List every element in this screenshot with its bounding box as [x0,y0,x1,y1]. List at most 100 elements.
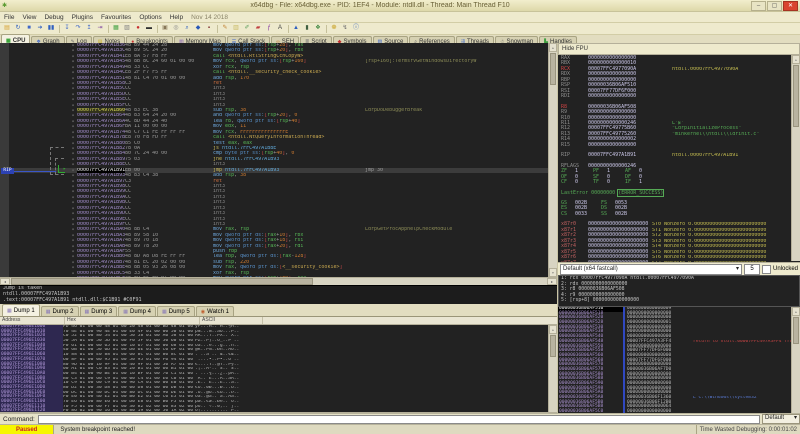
open-file-icon[interactable]: ▤ [2,24,12,33]
console-icon[interactable]: ▣ [160,24,170,33]
dump-tab-icon: ▦ [46,309,51,315]
menu-item-options[interactable]: Options [135,14,165,21]
segment-value: 0033 [575,212,601,217]
step-over-icon[interactable]: ↷ [73,24,83,33]
chevron-down-icon: ▾ [794,415,797,423]
right-column: Hide FPU RAX0000000000000000RBX000000000… [558,43,800,420]
label-icon[interactable]: ✐ [242,24,252,33]
register-value: 00007FFC497A1B91 [588,153,672,158]
register-name: RIP [561,153,588,158]
memory-map-icon[interactable]: ▦ [111,24,121,33]
scroll-right-icon[interactable]: ▸ [547,278,557,285]
toolbar-separator [217,25,218,33]
menu-item-debug[interactable]: Debug [40,14,67,21]
bookmark-icon[interactable]: ◆ [193,24,203,33]
flag-value[interactable]: 1 [639,180,657,185]
flag-name: TF [593,180,607,185]
scroll-left-icon[interactable]: ◂ [0,278,10,285]
stack-vscrollbar[interactable]: ▴ [791,307,800,413]
scroll-up-icon[interactable]: ▴ [549,43,557,52]
search-icon[interactable]: ⌕ [182,24,192,33]
preferences-icon[interactable]: ▲ [291,24,301,33]
binary-icon[interactable]: ▮ [302,24,312,33]
scroll-down-icon[interactable]: ▾ [549,268,557,277]
flag-value[interactable]: 0 [575,180,593,185]
maximize-button[interactable]: ▢ [767,1,782,11]
unlocked-checkbox[interactable] [762,265,771,274]
dump-tab-icon: ◉ [201,309,205,315]
build-date-label: Nov 14 2018 [187,14,228,21]
dump-view[interactable]: 00007FFC496E1000FD 46 01 00 00 48 01 00 … [0,325,557,412]
log-window-icon[interactable]: ▧ [122,24,132,33]
disasm-hscrollbar[interactable]: ◂ ▸ [0,277,557,285]
menu-item-plugins[interactable]: Plugins [68,14,97,21]
patches-icon[interactable]: ▪ [204,24,214,33]
stack-view[interactable]: 00000036B06AF510000000000000000900000036… [558,307,800,413]
dump-hex: F0 86 02 00 90 16 02 00 80 19 02 00 50 1… [63,409,195,412]
registers-vscrollbar[interactable]: ▴ [791,55,800,261]
scylla-icon[interactable]: ❖ [313,24,323,33]
pause-icon[interactable]: ▮▮ [46,24,56,33]
command-type-value: Default [765,415,794,423]
disasm-row[interactable]: ●00007FFC497A1BC848 89 85 80 01 00 00mov… [0,276,557,277]
scroll-thumb[interactable] [11,278,313,285]
menu-item-help[interactable]: Help [166,14,187,21]
tab-watch-1[interactable]: ◉Watch 1 [196,306,234,316]
restart-icon[interactable]: ↻ [13,24,23,33]
registers-view[interactable]: RAX0000000000000000RBX0000000000000010RC… [558,55,800,262]
scroll-thumb[interactable] [550,335,556,357]
disasm-vscrollbar[interactable]: ▴▾ [548,43,557,277]
command-type-select[interactable]: Default ▾ [762,414,800,424]
menu-item-favourites[interactable]: Favourites [97,14,135,21]
rip-indicator: RIP [1,168,14,174]
argument-count-spinner[interactable]: 5 [744,264,760,275]
run-to-user-code-icon[interactable]: ⇥ [95,24,105,33]
step-into-icon[interactable]: ↧ [62,24,72,33]
pause-black-icon[interactable]: ▬ [144,24,154,33]
eraser-icon[interactable]: ▰ [253,24,263,33]
command-input[interactable] [38,415,760,424]
left-column: ●00007FFC497A1B3648 89 44 24 28mov qword… [0,43,557,418]
hide-fpu-label: Hide FPU [562,46,588,52]
dump-vscrollbar[interactable]: ▴ [548,325,557,412]
dump-tab-label: Dump 4 [130,309,151,315]
scroll-up-icon[interactable]: ▴ [792,55,800,64]
status-message: System breakpoint reached! [54,427,135,433]
dump-column-header: Address [0,317,65,324]
scroll-up-icon[interactable]: ▴ [792,307,800,316]
tab-dump-2[interactable]: ▦Dump 2 [41,306,79,316]
dump-tab-icon: ▦ [162,309,167,315]
tab-dump-4[interactable]: ▦Dump 4 [118,306,156,316]
pencil-icon[interactable]: ✎ [220,24,230,33]
tab-dump-3[interactable]: ▦Dump 3 [80,306,118,316]
scroll-thumb[interactable] [793,317,799,344]
scroll-thumb[interactable] [793,65,799,127]
run-icon[interactable]: ➜ [35,24,45,33]
register-row[interactable]: RIP00007FFC497A1B91ntdll.00007FFC497A1B9… [558,153,800,158]
font-icon[interactable]: A [275,24,285,33]
breakpoint-icon[interactable]: ● [133,24,143,33]
menu-item-view[interactable]: View [18,14,40,21]
scroll-up-icon[interactable]: ▴ [549,325,557,334]
flag-value[interactable]: 0 [607,180,625,185]
disassembly-view[interactable]: ●00007FFC497A1B3648 89 44 24 28mov qword… [0,43,557,277]
close-process-icon[interactable]: ■ [24,24,34,33]
references-icon[interactable]: ◎ [171,24,181,33]
tab-dump-1[interactable]: ▦Dump 1 [2,304,40,316]
tab-dump-5[interactable]: ▦Dump 5 [157,306,195,316]
close-button[interactable]: ✕ [783,1,798,11]
hide-fpu-button[interactable]: Hide FPU [558,43,800,55]
help-icon[interactable]: ⓘ [351,24,361,33]
calling-convention-select[interactable]: Default (x64 fastcall) ▾ [560,264,742,275]
dump-row[interactable]: 00007FFC496E1120F0 86 02 00 90 16 02 00 … [0,409,557,412]
dump-tab-icon: ▦ [123,309,128,315]
fx-assemble-icon[interactable]: ƒ [264,24,274,33]
scroll-thumb[interactable] [550,53,556,85]
command-bar: Command: Default ▾ [0,413,800,424]
comment-icon[interactable]: ▥ [231,24,241,33]
x87-register-row[interactable]: x87r700000000000000000000ST7 Nonzero 0.0… [558,261,800,263]
menu-item-file[interactable]: File [0,14,18,21]
mouse-icon[interactable]: ↯ [340,24,350,33]
donate-icon[interactable]: ❁ [329,24,339,33]
step-out-icon[interactable]: ↥ [84,24,94,33]
